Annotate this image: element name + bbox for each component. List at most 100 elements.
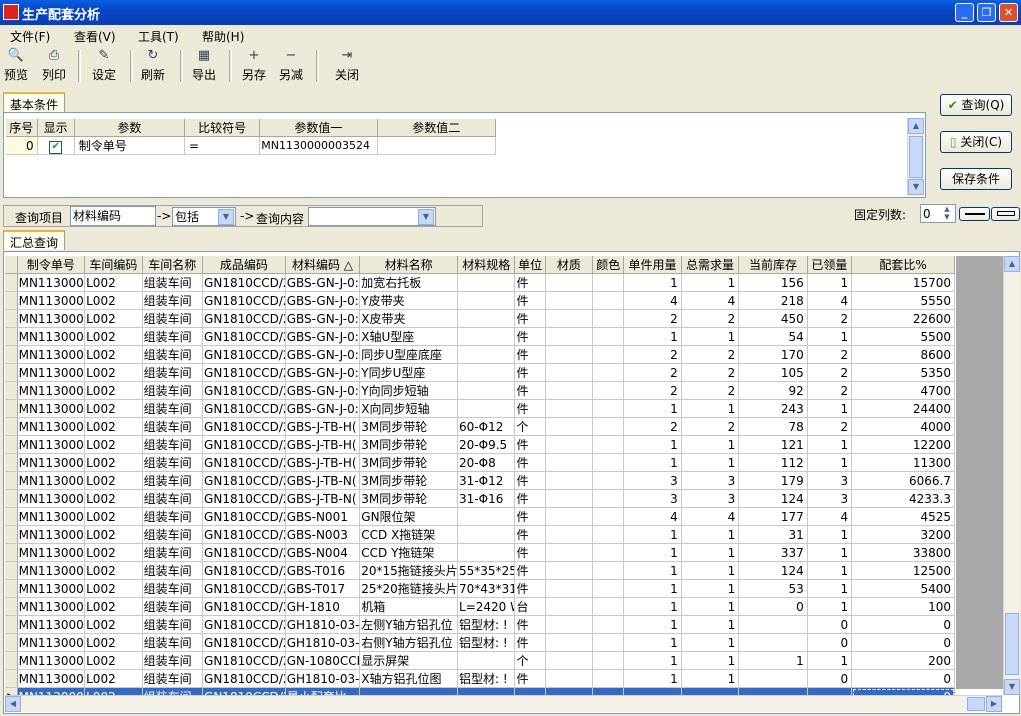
table-cell[interactable]: 同步U型座底座: [359, 345, 459, 364]
row-indicator[interactable]: [5, 489, 18, 508]
table-row[interactable]: MN1130000(L002组装车间GN1810CCD/2(GBS-GN-J-0…: [5, 291, 955, 310]
table-cell[interactable]: [738, 633, 808, 652]
summary-header[interactable]: 材质: [545, 256, 594, 274]
row-indicator[interactable]: [5, 417, 18, 436]
table-cell[interactable]: 组装车间: [142, 507, 204, 526]
table-cell[interactable]: 2: [623, 417, 682, 436]
table-cell[interactable]: 1: [623, 579, 682, 598]
condition-value2[interactable]: [377, 136, 497, 155]
table-cell[interactable]: L002: [84, 417, 143, 436]
table-cell[interactable]: MN1130000(: [17, 309, 86, 328]
conditions-header[interactable]: 显示: [37, 119, 75, 137]
table-cell[interactable]: 组装车间: [142, 633, 204, 652]
conditions-scrollbar[interactable]: ▲ ▼: [907, 118, 924, 196]
table-cell[interactable]: GH-1810: [285, 597, 361, 616]
table-cell[interactable]: 组装车间: [142, 489, 204, 508]
table-cell[interactable]: GN1810CCD/2(: [202, 669, 286, 688]
match-mode-select[interactable]: 包括 ▼: [172, 207, 236, 226]
table-cell[interactable]: [592, 399, 625, 418]
row-indicator[interactable]: [5, 363, 18, 382]
table-cell[interactable]: [592, 363, 625, 382]
table-cell[interactable]: [457, 327, 516, 346]
table-cell[interactable]: 11300: [851, 453, 955, 472]
table-cell[interactable]: 个: [514, 417, 546, 436]
table-cell[interactable]: 1: [807, 525, 853, 544]
table-cell[interactable]: 4525: [851, 507, 955, 526]
table-cell[interactable]: [592, 615, 625, 634]
table-cell[interactable]: 6066.7: [851, 471, 955, 490]
table-cell[interactable]: 1: [623, 561, 682, 580]
table-cell[interactable]: MN1130000(: [17, 669, 86, 688]
menu-tools[interactable]: 工具(T): [138, 28, 179, 45]
table-cell[interactable]: MN1130000(: [17, 273, 86, 292]
table-cell[interactable]: GN1810CCD/2(: [202, 543, 286, 562]
table-cell[interactable]: L002: [84, 453, 143, 472]
table-cell[interactable]: GBS-GN-J-0:: [285, 327, 361, 346]
table-cell[interactable]: 件: [514, 291, 546, 310]
table-row[interactable]: MN1130000(L002组装车间GN1810CCD/2(GH-1810机箱L…: [5, 597, 955, 616]
table-cell[interactable]: MN1130000(: [17, 435, 86, 454]
table-cell[interactable]: 加宽右托板: [359, 273, 459, 292]
table-cell[interactable]: 2: [681, 381, 740, 400]
table-cell[interactable]: CCD Y拖链架: [359, 543, 459, 562]
table-row[interactable]: MN1130000(L002组装车间GN1810CCD/2(GBS-J-TB-H…: [5, 417, 955, 436]
table-cell[interactable]: 78: [738, 417, 808, 436]
table-cell[interactable]: 12500: [851, 561, 955, 580]
table-cell[interactable]: [545, 345, 594, 364]
conditions-header[interactable]: 序号: [6, 119, 38, 137]
row-indicator[interactable]: [5, 309, 18, 328]
query-button[interactable]: ✔ 查询(Q): [940, 94, 1012, 116]
summary-header[interactable]: 单位: [514, 256, 546, 274]
table-cell[interactable]: GN1810CCD/2(: [202, 399, 286, 418]
table-cell[interactable]: 92: [738, 381, 808, 400]
table-cell[interactable]: [545, 579, 594, 598]
table-row[interactable]: MN1130000(L002组装车间GN1810CCD/2(GH1810-03-…: [5, 633, 955, 652]
table-cell[interactable]: 2: [681, 345, 740, 364]
table-cell[interactable]: [592, 669, 625, 688]
close-icon[interactable]: ✕: [999, 3, 1018, 22]
table-cell[interactable]: 4000: [851, 417, 955, 436]
table-row[interactable]: MN1130000(L002组装车间GN1810CCD/2(GBS-T01620…: [5, 561, 955, 580]
table-cell[interactable]: GBS-GN-J-0:: [285, 309, 361, 328]
table-cell[interactable]: 3M同步带轮: [359, 453, 459, 472]
row-indicator[interactable]: [5, 453, 18, 472]
table-cell[interactable]: [545, 273, 594, 292]
table-cell[interactable]: 2: [807, 345, 853, 364]
table-cell[interactable]: 1: [681, 615, 740, 634]
row-indicator[interactable]: [5, 399, 18, 418]
table-cell[interactable]: X皮带夹: [359, 309, 459, 328]
table-row[interactable]: MN1130000(L002组装车间GN1810CCD/2(GBS-GN-J-0…: [5, 273, 955, 292]
table-cell[interactable]: L002: [84, 525, 143, 544]
table-cell[interactable]: 0: [807, 633, 853, 652]
table-row[interactable]: MN1130000(L002组装车间GN1810CCD/2(GBS-J-TB-H…: [5, 435, 955, 454]
table-cell[interactable]: 1: [623, 435, 682, 454]
table-cell[interactable]: GBS-N003: [285, 525, 361, 544]
table-cell[interactable]: L002: [84, 597, 143, 616]
table-cell[interactable]: [592, 489, 625, 508]
table-cell[interactable]: 60-Φ12: [457, 417, 516, 436]
table-cell[interactable]: 0: [851, 633, 955, 652]
row-indicator[interactable]: [5, 345, 18, 364]
row-indicator[interactable]: [5, 291, 18, 310]
table-cell[interactable]: GBS-GN-J-0:: [285, 363, 361, 382]
menu-help[interactable]: 帮助(H): [202, 28, 244, 45]
table-cell[interactable]: X轴U型座: [359, 327, 459, 346]
table-cell[interactable]: GBS-J-TB-N(: [285, 471, 361, 490]
show-checkbox[interactable]: ✔: [49, 140, 63, 154]
summary-header[interactable]: 材料名称: [359, 256, 459, 274]
table-cell[interactable]: [457, 543, 516, 562]
table-cell[interactable]: 3M同步带轮: [359, 489, 459, 508]
table-row[interactable]: MN1130000(L002组装车间GN1810CCD/2(GBS-GN-J-0…: [5, 399, 955, 418]
save-conditions-button[interactable]: 保存条件: [940, 168, 1012, 190]
table-cell[interactable]: GN1810CCD/2(: [202, 651, 286, 670]
row-indicator[interactable]: [5, 633, 18, 652]
table-cell[interactable]: [457, 651, 516, 670]
table-cell[interactable]: [592, 417, 625, 436]
table-row[interactable]: MN1130000(L002组装车间GN1810CCD/2(GBS-N004CC…: [5, 543, 955, 562]
table-cell[interactable]: [545, 471, 594, 490]
table-cell[interactable]: 5400: [851, 579, 955, 598]
table-row[interactable]: MN1130000(L002组装车间GN1810CCD/2(GBS-J-TB-N…: [5, 471, 955, 490]
table-cell[interactable]: [545, 507, 594, 526]
summary-vertical-scrollbar[interactable]: ▲ ▼: [1003, 256, 1020, 695]
table-cell[interactable]: [545, 651, 594, 670]
